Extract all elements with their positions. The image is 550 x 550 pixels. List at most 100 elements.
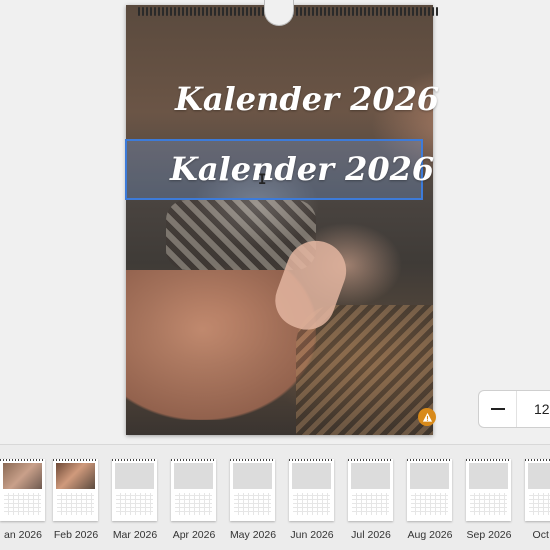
thumbnail-calendar-grid [411, 493, 448, 515]
spiral-ring [420, 6, 422, 16]
spiral-ring [404, 6, 406, 16]
spiral-ring [408, 6, 410, 16]
spiral-ring [364, 6, 366, 16]
spiral-ring [170, 6, 172, 16]
spiral-ring [380, 6, 382, 16]
spiral-ring [218, 6, 220, 16]
spiral-ring [206, 6, 208, 16]
spiral-ring [344, 6, 346, 16]
spiral-ring [392, 6, 394, 16]
spiral-ring [328, 6, 330, 16]
spiral-ring [210, 6, 212, 16]
selected-title-text[interactable]: Kalender 2026 [170, 150, 434, 188]
spiral-ring [316, 6, 318, 16]
page-thumbnail [525, 459, 550, 521]
spiral-ring [376, 6, 378, 16]
spiral-ring [308, 6, 310, 16]
spiral-ring [296, 6, 298, 16]
thumbnail-calendar-grid [175, 493, 212, 515]
thumbnail-photo [174, 463, 213, 489]
spiral-ring [258, 6, 260, 16]
zoom-out-button[interactable] [479, 391, 517, 427]
spiral-ring [162, 6, 164, 16]
warning-icon[interactable] [418, 408, 436, 426]
spiral-ring [372, 6, 374, 16]
spiral-ring [158, 6, 160, 16]
thumbnail-photo [115, 463, 154, 489]
spiral-ring [182, 6, 184, 16]
thumbnail-calendar-grid [234, 493, 271, 515]
spiral-ring [332, 6, 334, 16]
spiral-ring [242, 6, 244, 16]
spiral-ring [202, 6, 204, 16]
minus-icon [490, 408, 505, 410]
spiral-ring [424, 6, 426, 16]
spiral-ring [178, 6, 180, 16]
thumbnail-photo [528, 463, 550, 489]
thumbnail-photo [410, 463, 449, 489]
spiral-ring [416, 6, 418, 16]
spiral-ring [214, 6, 216, 16]
spiral-ring [312, 6, 314, 16]
spiral-ring [194, 6, 196, 16]
spiral-ring [138, 6, 140, 16]
spiral-ring [238, 6, 240, 16]
cover-title-text[interactable]: Kalender 2026 [175, 80, 439, 118]
spiral-ring [336, 6, 338, 16]
thumbnail-photo [292, 463, 331, 489]
page-thumbnail [230, 459, 275, 521]
text-cursor-icon: I [258, 172, 267, 188]
spiral-ring [230, 6, 232, 16]
spiral-ring [348, 6, 350, 16]
spiral-ring [190, 6, 192, 16]
thumbnail-photo [56, 463, 95, 489]
spiral-ring [360, 6, 362, 16]
spiral-ring [226, 6, 228, 16]
spiral-ring [352, 6, 354, 16]
spiral-ring [396, 6, 398, 16]
spiral-ring [320, 6, 322, 16]
spiral-ring [246, 6, 248, 16]
spiral-ring [186, 6, 188, 16]
page-strip: an 2026 Feb 2026 Mar 2026 Apr 2026 May 2026 J… [0, 444, 550, 550]
thumbnail-calendar-grid [352, 493, 389, 515]
page-thumbnail [407, 459, 452, 521]
spiral-ring [166, 6, 168, 16]
spiral-ring [388, 6, 390, 16]
page-thumbnail [466, 459, 511, 521]
spiral-ring [368, 6, 370, 16]
page-label: Oct 20 [532, 529, 550, 541]
page-thumbnail [0, 459, 45, 521]
calendar-cover[interactable] [126, 5, 433, 435]
spiral-ring [254, 6, 256, 16]
page-thumbnail-item[interactable]: Oct 20 [518, 459, 550, 549]
page-thumbnail [348, 459, 393, 521]
spiral-ring [428, 6, 430, 16]
spiral-ring [304, 6, 306, 16]
spiral-ring [412, 6, 414, 16]
spiral-ring [384, 6, 386, 16]
page-thumbnail [112, 459, 157, 521]
thumbnail-photo [3, 463, 42, 489]
spiral-ring [154, 6, 156, 16]
thumbnail-calendar-grid [57, 493, 94, 515]
page-thumbnail [171, 459, 216, 521]
thumbnail-photo [351, 463, 390, 489]
spiral-ring [198, 6, 200, 16]
spiral-ring [432, 6, 434, 16]
spiral-ring [222, 6, 224, 16]
thumbnail-photo [469, 463, 508, 489]
spiral-ring [234, 6, 236, 16]
spiral-ring [174, 6, 176, 16]
spiral-ring [340, 6, 342, 16]
zoom-value[interactable]: 12 [517, 401, 550, 417]
zoom-control: 12 [478, 390, 550, 428]
spiral-ring [436, 6, 438, 16]
spiral-ring [150, 6, 152, 16]
page-thumbnail [289, 459, 334, 521]
thumbnail-calendar-grid [470, 493, 507, 515]
spiral-ring [250, 6, 252, 16]
thumbnail-calendar-grid [529, 493, 550, 515]
spiral-ring [400, 6, 402, 16]
spiral-ring [300, 6, 302, 16]
